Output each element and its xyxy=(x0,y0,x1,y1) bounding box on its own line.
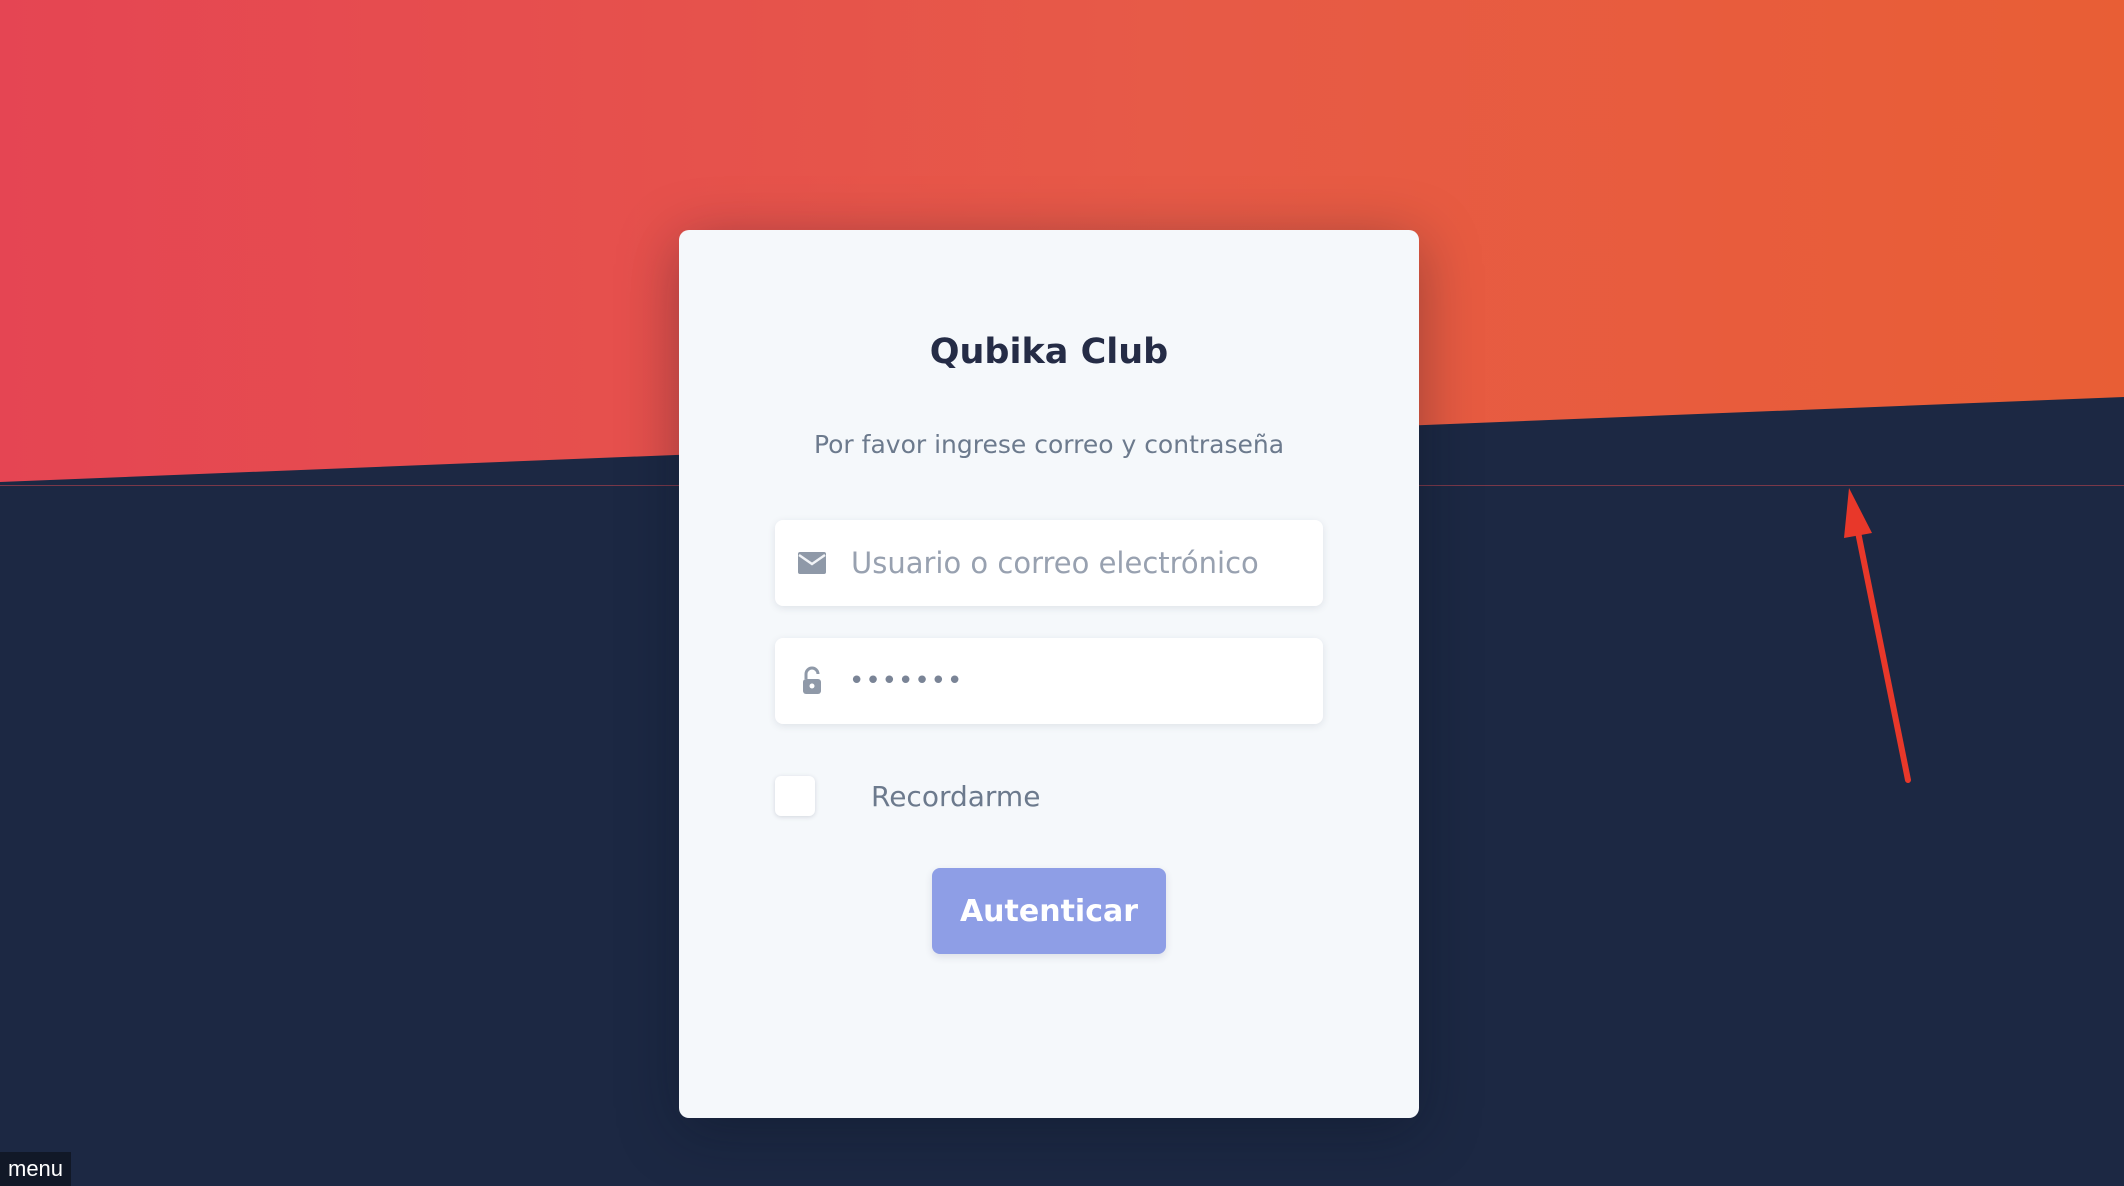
authenticate-button[interactable]: Autenticar xyxy=(932,868,1166,954)
login-title: Qubika Club xyxy=(929,332,1169,372)
email-input[interactable] xyxy=(849,532,1313,594)
envelope-icon xyxy=(795,546,829,580)
unlocked-padlock-icon xyxy=(795,664,829,698)
menu-tab[interactable]: menu xyxy=(0,1152,72,1186)
remember-me-label[interactable]: Recordarme xyxy=(871,780,1040,813)
password-input[interactable]: ••••••• xyxy=(849,668,963,694)
remember-me-row[interactable]: Recordarme xyxy=(775,776,1040,816)
login-page: Qubika Club Por favor ingrese correo y c… xyxy=(0,0,2124,1186)
remember-me-checkbox[interactable] xyxy=(775,776,815,816)
login-subtitle: Por favor ingrese correo y contraseña xyxy=(813,430,1285,459)
login-card: Qubika Club Por favor ingrese correo y c… xyxy=(679,230,1419,1118)
email-field[interactable] xyxy=(775,520,1323,606)
password-field[interactable]: ••••••• xyxy=(775,638,1323,724)
